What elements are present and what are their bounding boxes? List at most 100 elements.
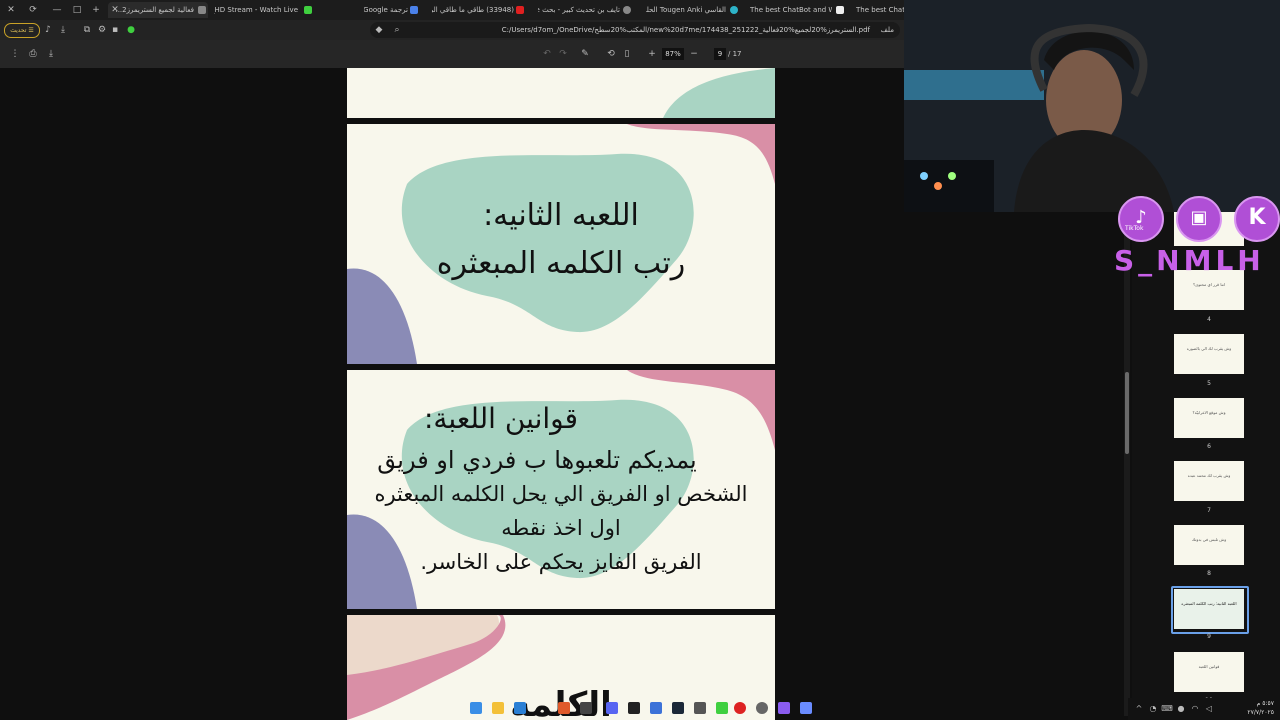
- thumbnail-10[interactable]: قوانين اللعبة: [1174, 652, 1244, 692]
- rules-line: يمديكم تلعبوها ب فردي او فريق: [377, 446, 697, 474]
- taskbar: [460, 698, 820, 720]
- menu-dots-icon[interactable]: ⋮: [8, 47, 22, 61]
- url-text: C:/Users/d7om_/OneDrive/المكتب%20سطح/new…: [501, 26, 870, 34]
- zoom-level[interactable]: 87%: [662, 48, 684, 60]
- tab-youtube[interactable]: (33948) طاقي ما طاقي الرجاء مـ...: [432, 2, 514, 18]
- tab-moaz-stream[interactable]: moaz_HD Stream - Watch Live: [214, 2, 298, 18]
- terminal-icon[interactable]: [694, 702, 706, 714]
- explorer-icon[interactable]: [492, 702, 504, 714]
- download-icon[interactable]: ⤓: [56, 22, 70, 38]
- wallet-icon[interactable]: ▪: [108, 22, 122, 38]
- system-tray: ^ ◔ ⌨ ● ◠ ◁ ٥:٥٧ م ٢٧/٧/٢٠٢٥: [1128, 698, 1280, 720]
- thumbnail-9[interactable]: اللعبه الثانيه: رتب الكلمه المبعثره: [1174, 589, 1244, 629]
- extensions-icon[interactable]: ♪: [41, 22, 55, 38]
- draw-icon[interactable]: ✎: [578, 47, 592, 61]
- webcam-overlay: [904, 0, 1280, 212]
- start-icon[interactable]: [470, 702, 482, 714]
- tiktok-label: TikTok: [1125, 225, 1144, 232]
- kick-app-icon[interactable]: [716, 702, 728, 714]
- brave-shield-icon[interactable]: ◆: [372, 22, 386, 38]
- kick-letter: K: [1248, 205, 1266, 230]
- print-icon[interactable]: ⎙: [26, 47, 40, 61]
- save-icon[interactable]: ⤓: [44, 47, 58, 61]
- rules-line: الشخص او الفريق الي يحل الكلمه المبعثره: [374, 482, 748, 506]
- puzzle-icon[interactable]: ⚙: [95, 22, 109, 38]
- tab-google-translate[interactable]: ترجمة Google: [364, 2, 408, 18]
- close-icon[interactable]: ✕: [4, 2, 18, 18]
- kick-icon: [304, 6, 312, 14]
- thumbnail-text: وش يقرب لك محمد عبده: [1187, 473, 1231, 478]
- new-tab-icon[interactable]: +: [89, 2, 103, 18]
- refresh-icon[interactable]: ⟳: [26, 2, 40, 18]
- tab-label: تايف بن تحديث كبير - بحث Google: [538, 6, 620, 14]
- webcam-image: [904, 0, 1280, 212]
- undo-icon[interactable]: ↶: [540, 47, 554, 61]
- zoom-in-icon[interactable]: +: [645, 47, 659, 61]
- fit-page-icon[interactable]: ▯: [620, 47, 634, 61]
- tab-anime[interactable]: القاسي Tougen Anki الحلقة 23 مـ...: [646, 2, 726, 18]
- zoom-out-icon[interactable]: −: [687, 47, 701, 61]
- tab-bar: ✕ ⟳ — □ + ✕ فعالية لجميع الستريمرز2... m…: [0, 0, 904, 20]
- tab-pdf[interactable]: ✕ فعالية لجميع الستريمرز2...: [108, 2, 208, 18]
- thumbnail-8[interactable]: وش تلبس في بدوتك: [1174, 525, 1244, 565]
- tab-label: moaz_HD Stream - Watch Live: [214, 6, 298, 14]
- tab-label: فعالية لجميع الستريمرز2...: [115, 6, 194, 14]
- thumbnail-number: 7: [1207, 507, 1211, 514]
- minimize-icon[interactable]: —: [50, 2, 64, 18]
- thumbnail-7[interactable]: وش يقرب لك محمد عبده: [1174, 461, 1244, 501]
- kick-logo-icon: K: [1234, 196, 1280, 242]
- update-button[interactable]: تحديث ☰: [4, 23, 40, 38]
- pdf-page-9: اللعبه الثانيه: رتب الكلمه المبعثره: [347, 124, 775, 364]
- slide-decoration: [663, 68, 775, 118]
- thumbnail-text: وش تلبس في بدوتك: [1191, 537, 1227, 542]
- mic-icon[interactable]: ●: [1174, 701, 1188, 717]
- steam-icon[interactable]: [672, 702, 684, 714]
- clock-time[interactable]: ٥:٥٧ م: [1257, 700, 1274, 707]
- site-icon: [730, 6, 738, 14]
- thumbnail-number: 6: [1207, 443, 1211, 450]
- scrollbar-thumb[interactable]: [1125, 372, 1129, 454]
- tab-chatbot[interactable]: The best ChatBot: [856, 2, 904, 18]
- translate-icon: [410, 6, 418, 14]
- slide-subtitle: رتب الكلمه المبعثره: [436, 246, 686, 281]
- rules-line: الفريق الفايز يحكم على الخاسر.: [420, 550, 702, 574]
- thumbnail-5[interactable]: وش يقرب لك الي بالصوره: [1174, 334, 1244, 374]
- shield-check-icon[interactable]: ●: [124, 22, 138, 38]
- google-icon: [623, 6, 631, 14]
- keyboard-icon[interactable]: ⌨: [1160, 701, 1174, 717]
- brave-icon[interactable]: [558, 702, 570, 714]
- zoom-icon[interactable]: ⌕: [390, 22, 404, 38]
- chatbot-icon: [836, 6, 844, 14]
- obs-icon[interactable]: [580, 702, 592, 714]
- network-icon[interactable]: ◔: [1146, 701, 1160, 717]
- tab-google-search[interactable]: تايف بن تحديث كبير - بحث Google: [538, 2, 620, 18]
- app-icon[interactable]: [628, 702, 640, 714]
- tab-chatbot-widgets[interactable]: The best ChatBot and Widgets: [750, 2, 832, 18]
- store-icon[interactable]: [514, 702, 526, 714]
- restore-icon[interactable]: □: [70, 2, 84, 18]
- app-icon-2[interactable]: [650, 702, 662, 714]
- url-box[interactable]: ◆ ⌕ C:/Users/d7om_/OneDrive/المكتب%20سطح…: [370, 22, 900, 38]
- rules-line: اول اخذ نقطه: [501, 516, 621, 540]
- app-icon-4[interactable]: [800, 702, 812, 714]
- redo-icon[interactable]: ↷: [556, 47, 570, 61]
- thumbnail-text: قوانين اللعبة: [1198, 664, 1220, 669]
- volume-icon[interactable]: ◁: [1202, 701, 1216, 717]
- page-total: / 17: [728, 50, 742, 58]
- thumbnail-text: اللعبه الثانيه: رتب الكلمه المبعثره: [1181, 601, 1237, 606]
- wifi-icon[interactable]: ◠: [1188, 701, 1202, 717]
- discord-icon[interactable]: [606, 702, 618, 714]
- clock-date[interactable]: ٢٧/٧/٢٠٢٥: [1247, 709, 1274, 716]
- screenshot-icon[interactable]: ⧉: [80, 22, 94, 38]
- settings-icon[interactable]: [756, 702, 768, 714]
- app-icon-3[interactable]: [778, 702, 790, 714]
- rotate-icon[interactable]: ⟲: [604, 47, 618, 61]
- record-icon[interactable]: [734, 702, 746, 714]
- thumbnail-number: 9: [1207, 633, 1211, 640]
- slide-decoration: [347, 124, 775, 364]
- streamer-handle: S_NMLH: [1114, 244, 1265, 277]
- page-number-input[interactable]: 9: [714, 48, 726, 60]
- rules-title: قوانين اللعبة:: [423, 402, 579, 435]
- thumbnail-6[interactable]: وش موقع الاغرابيّة؟: [1174, 398, 1244, 438]
- chevron-up-icon[interactable]: ^: [1132, 701, 1146, 717]
